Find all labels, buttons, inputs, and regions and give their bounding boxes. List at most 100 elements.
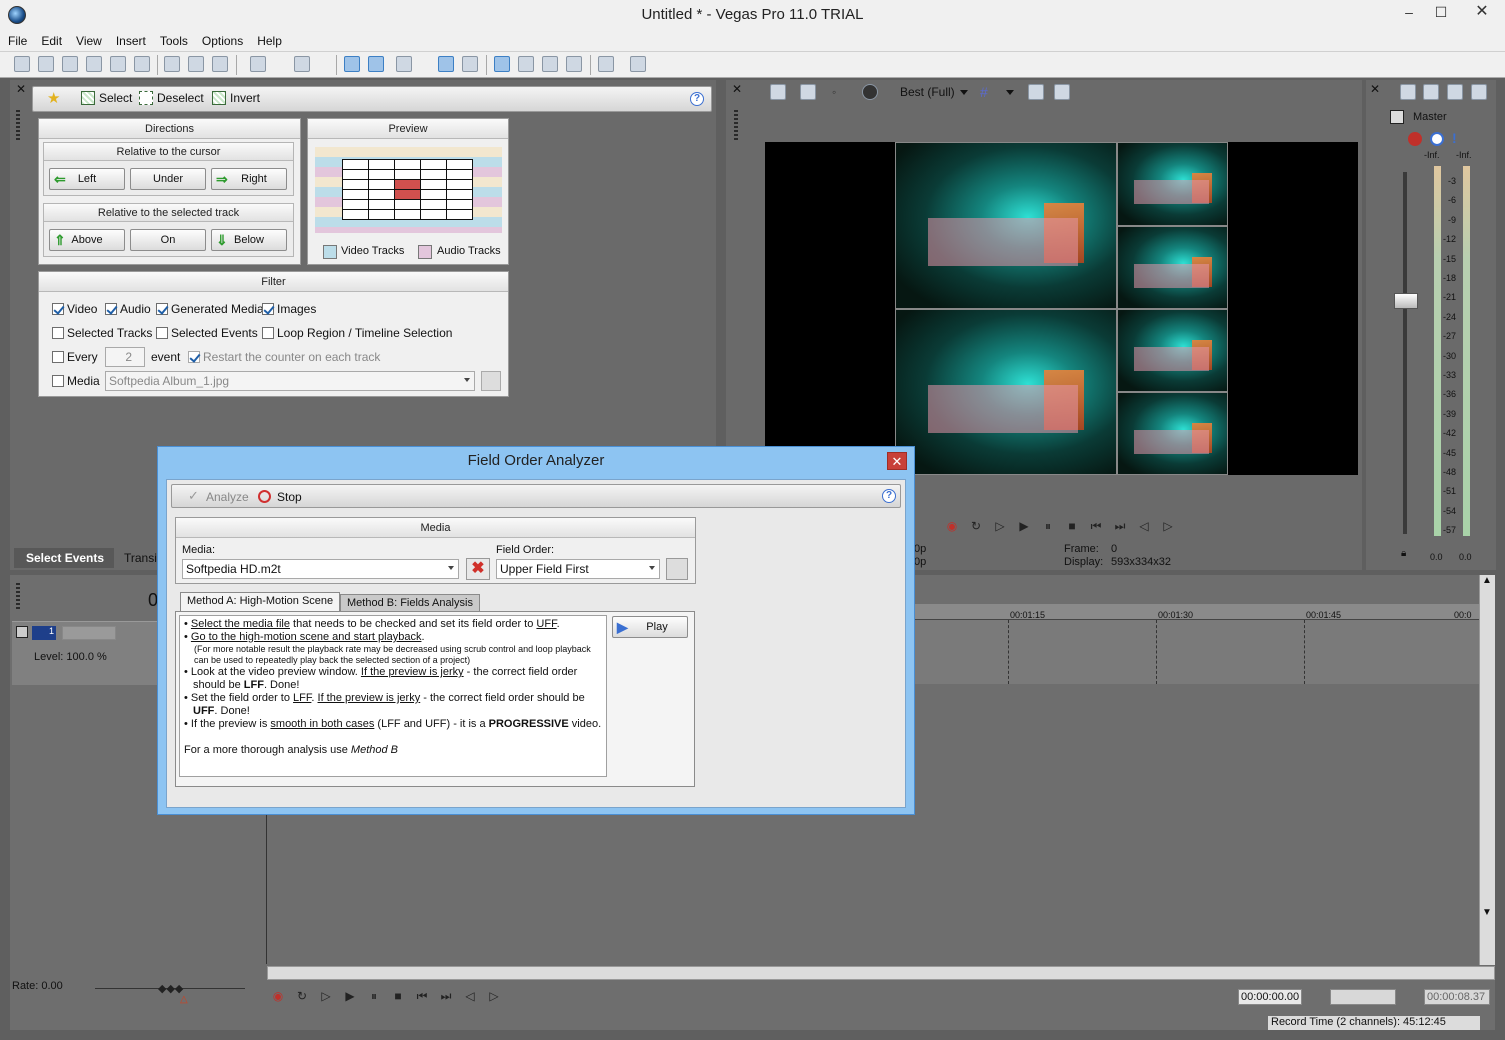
meters-icon[interactable] [1471, 84, 1487, 100]
tab-method-a[interactable]: Method A: High-Motion Scene [180, 592, 341, 612]
selection-length-field[interactable]: 00:00:08.37 [1424, 989, 1490, 1005]
close-window-button[interactable]: ✕ [1459, 0, 1505, 26]
stop-icon[interactable]: ■ [390, 988, 406, 1004]
clear-media-icon[interactable]: ✖ [466, 558, 490, 580]
menu-tools[interactable]: Tools [154, 30, 194, 52]
lock-icon[interactable]: 🔒︎ [1401, 548, 1406, 559]
dock-close-icon[interactable]: ✕ [732, 82, 742, 96]
project-properties-icon[interactable] [770, 84, 786, 100]
video-fx-icon[interactable] [862, 84, 878, 100]
dock-close-icon[interactable]: ✕ [16, 82, 26, 96]
play-icon[interactable]: ▶ [1016, 518, 1032, 534]
selected-tracks-checkbox[interactable]: Selected Tracks [52, 325, 152, 341]
normal-edit-tool-icon[interactable] [344, 56, 360, 72]
scroll-down-icon[interactable]: ▼ [1479, 907, 1495, 923]
maximize-button[interactable]: ☐ [1425, 0, 1457, 26]
on-button[interactable]: On [130, 229, 206, 251]
menu-edit[interactable]: Edit [35, 30, 68, 52]
record-arm-icon[interactable] [1408, 132, 1422, 146]
master-fx-icon[interactable] [1390, 110, 1404, 124]
help-icon[interactable]: ? [690, 92, 704, 106]
field-order-dropdown[interactable]: Upper Field First [496, 559, 660, 579]
lock-envelopes-icon[interactable] [462, 56, 478, 72]
copy-icon[interactable] [188, 56, 204, 72]
analyze-button[interactable]: Analyze [206, 490, 249, 504]
select-button[interactable]: Select [81, 87, 132, 111]
generated-media-checkbox[interactable]: Generated Media [156, 301, 264, 317]
media-dropdown[interactable]: Softpedia HD.m2t [182, 559, 459, 579]
media-checkbox[interactable]: Media [52, 373, 100, 389]
what-is-this-help-icon[interactable] [630, 56, 646, 72]
selected-events-checkbox[interactable]: Selected Events [156, 325, 258, 341]
menu-insert[interactable]: Insert [110, 30, 152, 52]
menu-options[interactable]: Options [196, 30, 249, 52]
record-icon[interactable]: ◉ [270, 988, 286, 1004]
deselect-button[interactable]: Deselect [139, 87, 204, 111]
dialog-close-button[interactable]: ✕ [887, 452, 907, 470]
cut-icon[interactable] [164, 56, 180, 72]
play-from-start-icon[interactable]: ▷ [318, 988, 334, 1004]
dock-grip[interactable] [16, 110, 20, 140]
envelope-tool-icon[interactable] [368, 56, 384, 72]
right-button[interactable]: ⇒ Right [211, 168, 287, 190]
next-frame-icon[interactable]: ▷ [486, 988, 502, 1004]
track-name-field[interactable] [62, 626, 116, 640]
play-icon[interactable]: ▶ [342, 988, 358, 1004]
save-field-order-icon[interactable] [666, 558, 688, 580]
record-icon[interactable]: ◉ [944, 518, 960, 534]
save-icon[interactable] [62, 56, 78, 72]
menu-file[interactable]: File [2, 30, 33, 52]
favorites-star-icon[interactable]: ★ [47, 91, 60, 107]
images-checkbox[interactable]: Images [262, 301, 316, 317]
minimize-button[interactable]: – [1393, 0, 1425, 26]
save-snapshot-icon[interactable] [1054, 84, 1070, 100]
magnify-icon[interactable] [566, 56, 582, 72]
go-to-start-icon[interactable]: ⏮ [1088, 518, 1104, 534]
stop-button[interactable]: Stop [277, 490, 302, 504]
downmix-icon[interactable] [1423, 84, 1439, 100]
external-monitor-icon[interactable] [800, 84, 816, 100]
redo-icon[interactable] [294, 56, 310, 72]
dock-grip[interactable] [16, 583, 20, 611]
prev-frame-icon[interactable]: ◁ [462, 988, 478, 1004]
go-to-end-icon[interactable]: ⏭ [438, 988, 454, 1004]
go-to-start-icon[interactable]: ⏮ [414, 988, 430, 1004]
play-from-start-icon[interactable]: ▷ [992, 518, 1008, 534]
solo-icon[interactable]: ! [1452, 130, 1457, 146]
loop-icon[interactable]: ↻ [968, 518, 984, 534]
prev-frame-icon[interactable]: ◁ [1136, 518, 1152, 534]
tab-method-b[interactable]: Method B: Fields Analysis [340, 594, 480, 612]
go-to-end-icon[interactable]: ⏭ [1112, 518, 1128, 534]
selection-tool-icon[interactable] [518, 56, 534, 72]
split-screen-icon[interactable]: ◦ [832, 84, 848, 100]
mute-icon[interactable] [1447, 84, 1463, 100]
tab-transitions[interactable]: Transi [118, 548, 160, 568]
selection-start-field[interactable] [1330, 989, 1396, 1005]
save-as-icon[interactable] [86, 56, 102, 72]
menu-help[interactable]: Help [251, 30, 288, 52]
invert-button[interactable]: Invert [212, 87, 260, 111]
undo-icon[interactable] [250, 56, 266, 72]
timeline-horizontal-scrollbar[interactable] [267, 966, 1495, 980]
timeline-edit-icon[interactable] [494, 56, 510, 72]
stop-icon[interactable]: ■ [1064, 518, 1080, 534]
overlays-grid-icon[interactable]: # [980, 84, 988, 100]
video-checkbox[interactable]: Video [52, 301, 97, 317]
media-filter-dropdown[interactable]: Softpedia Album_1.jpg [105, 371, 475, 391]
cursor-time-field[interactable]: 00:00:00.00 [1238, 989, 1302, 1005]
open-icon[interactable] [38, 56, 54, 72]
dock-close-icon[interactable]: ✕ [1370, 82, 1380, 96]
tab-select-events[interactable]: Select Events [14, 548, 114, 568]
above-button[interactable]: ⇑ Above [49, 229, 125, 251]
pause-icon[interactable]: ⏸ [366, 988, 382, 1004]
new-icon[interactable] [14, 56, 30, 72]
left-button[interactable]: ⇐ Left [49, 168, 125, 190]
dialog-help-icon[interactable]: ? [882, 489, 896, 503]
mute-circle-icon[interactable] [1430, 132, 1444, 146]
play-button[interactable]: ▶ Play [612, 616, 688, 638]
snapping-icon[interactable] [396, 56, 412, 72]
preview-quality-dropdown[interactable]: Best (Full) [900, 85, 955, 99]
mixer-properties-icon[interactable] [1400, 84, 1416, 100]
track-menu-icon[interactable] [16, 626, 28, 638]
every-checkbox[interactable]: Every [52, 349, 98, 365]
